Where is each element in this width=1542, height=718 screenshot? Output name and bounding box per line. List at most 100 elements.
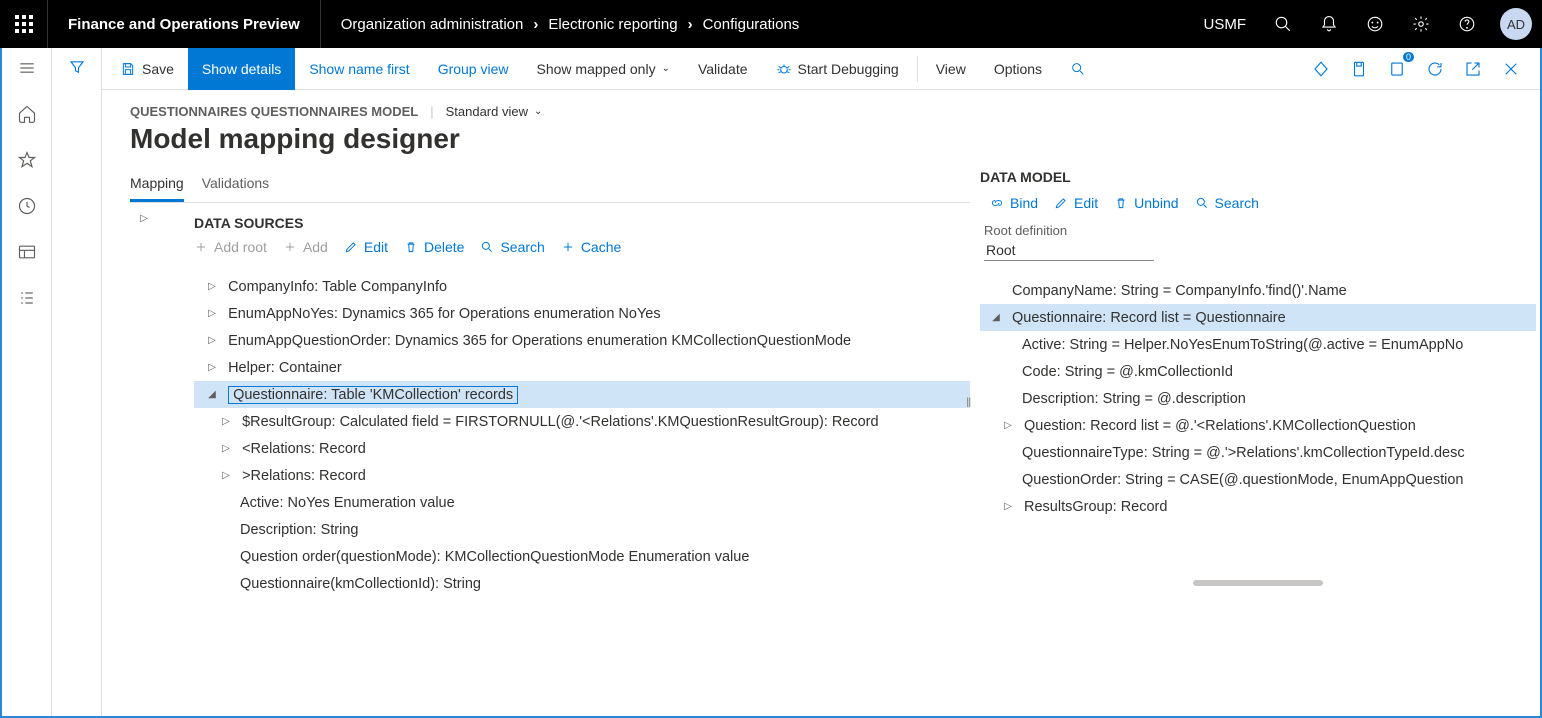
bell-icon[interactable] [1306,0,1352,48]
star-icon[interactable] [7,146,47,174]
expand-icon[interactable]: ▷ [218,443,234,454]
hamburger-icon[interactable] [7,54,47,82]
breadcrumb-item[interactable]: Configurations [703,16,800,33]
group-view-button[interactable]: Group view [424,48,523,90]
expand-icon[interactable]: ▷ [1000,501,1016,512]
home-icon[interactable] [7,100,47,128]
tree-node[interactable]: Description: String = @.description [980,385,1536,412]
tree-node[interactable]: ▷ >Relations: Record [194,462,970,489]
search-button[interactable]: Search [480,239,544,255]
options-button[interactable]: Options [980,48,1056,90]
show-mapped-only-dropdown[interactable]: Show mapped only ⌄ [523,48,684,90]
add-root-button[interactable]: Add root [194,239,267,255]
modules-icon[interactable] [7,284,47,312]
expand-icon[interactable]: ▷ [204,281,220,292]
tree-node[interactable]: ▷ Helper: Container [194,354,970,381]
tree-node[interactable]: ▷ $ResultGroup: Calculated field = FIRST… [194,408,970,435]
company-label[interactable]: USMF [1190,16,1261,33]
show-name-first-label: Show name first [309,61,409,77]
gear-icon[interactable] [1398,0,1444,48]
tree-node[interactable]: Code: String = @.kmCollectionId [980,358,1536,385]
workspace-icon[interactable] [7,238,47,266]
data-model-tree: CompanyName: String = CompanyInfo.'find(… [980,277,1536,520]
tree-node[interactable]: ▷ <Relations: Record [194,435,970,462]
search-label: Search [500,239,544,255]
page-header: QUESTIONNAIRES QUESTIONNAIRES MODEL | St… [102,90,1540,155]
start-debugging-label: Start Debugging [798,61,899,77]
tree-node-selected[interactable]: ◢ Questionnaire: Table 'KMCollection' re… [194,381,970,408]
start-debugging-button[interactable]: Start Debugging [762,48,913,90]
validate-label: Validate [698,61,748,77]
add-button[interactable]: Add [283,239,328,255]
show-details-label: Show details [202,61,281,77]
expand-icon[interactable]: ▷ [204,362,220,373]
search-icon[interactable] [1260,0,1306,48]
tree-node[interactable]: ▷Question: Record list = @.'<Relations'.… [980,412,1536,439]
tab-validations[interactable]: Validations [202,169,269,202]
page-notifications-icon[interactable] [1382,54,1412,84]
tree-node[interactable]: Description: String [194,516,970,543]
tree-node[interactable]: ▷ CompanyInfo: Table CompanyInfo [194,273,970,300]
search-button[interactable]: Search [1195,195,1259,211]
filter-pane[interactable] [52,48,102,716]
tree-node[interactable]: Questionnaire(kmCollectionId): String [194,570,970,597]
data-model-heading: DATA MODEL [980,169,1536,185]
cache-label: Cache [581,239,621,255]
help-icon[interactable] [1444,0,1490,48]
show-name-first-button[interactable]: Show name first [295,48,423,90]
edit-button[interactable]: Edit [344,239,388,255]
tree-node-label: Questionnaire: Record list = Questionnai… [1012,310,1286,326]
expand-icon[interactable]: ▷ [218,416,234,427]
tree-node[interactable]: Active: NoYes Enumeration value [194,489,970,516]
tree-node-selected[interactable]: ◢ Questionnaire: Record list = Questionna… [980,304,1536,331]
chevron-down-icon: ⌄ [534,106,542,117]
tree-node[interactable]: ▷ResultsGroup: Record [980,493,1536,520]
tab-mapping[interactable]: Mapping [130,169,184,202]
tree-node[interactable]: Active: String = Helper.NoYesEnumToStrin… [980,331,1536,358]
search-button[interactable] [1056,48,1100,90]
close-icon[interactable] [1496,54,1526,84]
tree-toggle-icon[interactable]: ▷ [130,203,158,597]
tree-node[interactable]: QuestionnaireType: String = @.'>Relation… [980,439,1536,466]
tree-node-label: <Relations: Record [242,441,366,457]
collapse-icon[interactable]: ◢ [204,389,220,400]
attach-icon[interactable] [1344,54,1374,84]
tree-node[interactable]: Question order(questionMode): KMCollecti… [194,543,970,570]
bind-button[interactable]: Bind [990,195,1038,211]
expand-icon[interactable]: ▷ [218,470,234,481]
splitter-handle[interactable]: ‖ [966,395,969,410]
tree-node-label: Question order(questionMode): KMCollecti… [240,549,749,565]
horizontal-scrollbar[interactable] [1193,580,1323,586]
left-nav [2,48,52,716]
expand-icon[interactable]: ▷ [204,335,220,346]
smile-icon[interactable] [1352,0,1398,48]
waffle-icon[interactable] [0,0,48,48]
delete-button[interactable]: Delete [404,239,464,255]
root-definition-value[interactable]: Root [984,240,1154,261]
validate-button[interactable]: Validate [684,48,762,90]
avatar[interactable]: AD [1500,8,1532,40]
tree-node[interactable]: ▷ EnumAppQuestionOrder: Dynamics 365 for… [194,327,970,354]
expand-icon[interactable]: ▷ [204,308,220,319]
unbind-button[interactable]: Unbind [1114,195,1178,211]
edit-button[interactable]: Edit [1054,195,1098,211]
breadcrumb-item[interactable]: Organization administration [341,16,524,33]
tree-node-label: Code: String = @.kmCollectionId [1022,364,1233,380]
tree-node[interactable]: QuestionOrder: String = CASE(@.questionM… [980,466,1536,493]
diamond-icon[interactable] [1306,54,1336,84]
edit-label: Edit [364,239,388,255]
tree-node[interactable]: ▷ EnumAppNoYes: Dynamics 365 for Operati… [194,300,970,327]
save-button[interactable]: Save [106,48,188,90]
breadcrumb: Organization administration › Electronic… [321,0,820,48]
clock-icon[interactable] [7,192,47,220]
collapse-icon[interactable]: ◢ [988,312,1004,323]
breadcrumb-item[interactable]: Electronic reporting [548,16,677,33]
cache-button[interactable]: Cache [561,239,621,255]
show-details-button[interactable]: Show details [188,48,295,90]
refresh-icon[interactable] [1420,54,1450,84]
view-selector[interactable]: Standard view ⌄ [446,104,543,119]
expand-icon[interactable]: ▷ [1000,420,1016,431]
view-button[interactable]: View [922,48,980,90]
popout-icon[interactable] [1458,54,1488,84]
tree-node[interactable]: CompanyName: String = CompanyInfo.'find(… [980,277,1536,304]
